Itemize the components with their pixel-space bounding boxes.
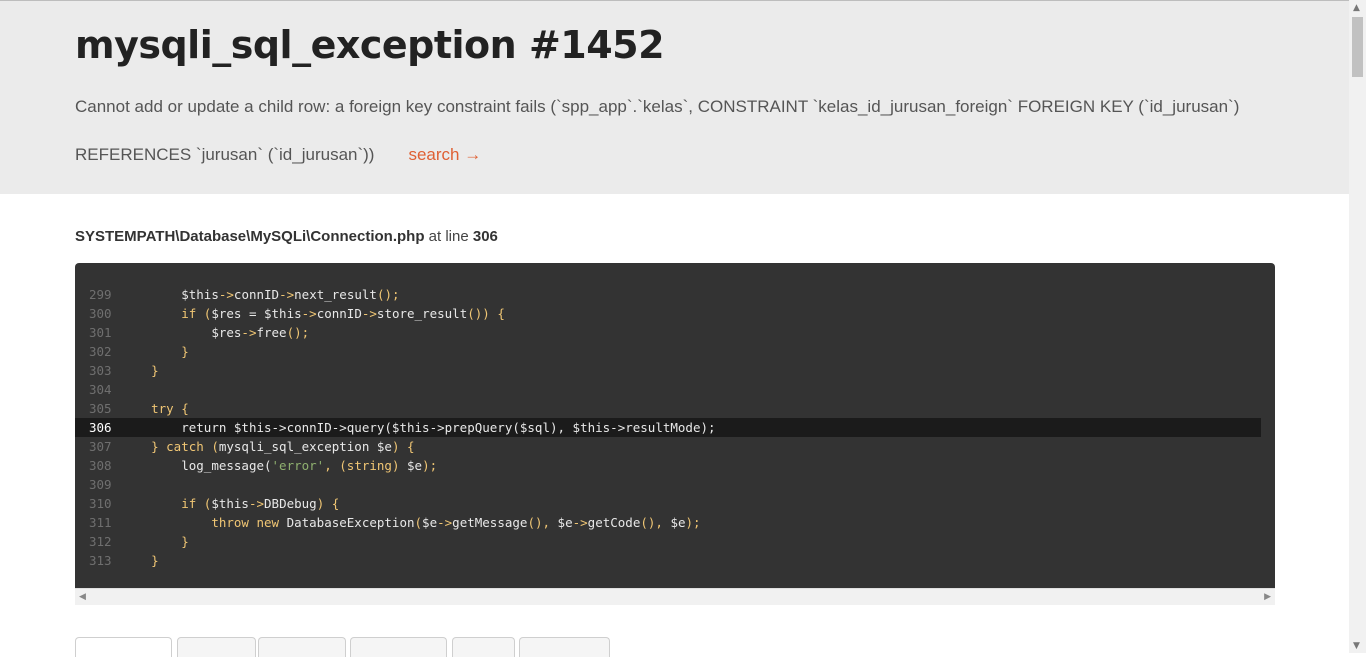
line-number: 307: [89, 439, 112, 454]
line-number: 301: [89, 325, 112, 340]
source-code-block: 299 $this->connID->next_result(); 300 if…: [75, 263, 1275, 588]
line-number: 312: [89, 534, 112, 549]
code-line: 307 } catch (mysqli_sql_exception $e) {: [75, 437, 1261, 456]
code-line: 312 }: [75, 532, 1261, 551]
line-number: 304: [89, 382, 112, 397]
scroll-down-icon[interactable]: ▼: [1353, 641, 1360, 651]
line-number: 306: [89, 420, 112, 435]
code-line: 301 $res->free();: [75, 323, 1261, 342]
at-line-label: at line: [428, 228, 469, 245]
line-number: 300: [89, 306, 112, 321]
exception-message: Cannot add or update a child row: a fore…: [75, 83, 1305, 179]
tab-server[interactable]: [177, 637, 256, 657]
page-vertical-scrollbar[interactable]: ▲ ▼: [1349, 0, 1366, 653]
code-line: 302 }: [75, 342, 1261, 361]
code-line: 309: [75, 475, 1261, 494]
code-lines: 299 $this->connID->next_result(); 300 if…: [75, 285, 1261, 570]
tab-request[interactable]: [258, 637, 346, 657]
scroll-right-icon[interactable]: ▶: [1264, 592, 1271, 602]
line-number: 305: [89, 401, 112, 416]
line-number: 309: [89, 477, 112, 492]
line-number: 308: [89, 458, 112, 473]
tab-files[interactable]: [452, 637, 515, 657]
code-line: 305 try {: [75, 399, 1261, 418]
line-number: 313: [89, 553, 112, 568]
source-location: SYSTEMPATH\Database\MySQLi\Connection.ph…: [75, 228, 498, 245]
scrollbar-thumb[interactable]: [1352, 17, 1363, 77]
line-number: 310: [89, 496, 112, 511]
code-line: 303 }: [75, 361, 1261, 380]
code-line: 311 throw new DatabaseException($e->getM…: [75, 513, 1261, 532]
line-number: 303: [89, 363, 112, 378]
scroll-left-icon[interactable]: ◀: [79, 592, 86, 602]
tab-backtrace[interactable]: [75, 637, 172, 657]
exception-header: mysqli_sql_exception #1452 Cannot add or…: [0, 0, 1349, 194]
exception-message-text: Cannot add or update a child row: a fore…: [75, 97, 1240, 164]
line-number: 302: [89, 344, 112, 359]
code-line: 304: [75, 380, 1261, 399]
exception-title: mysqli_sql_exception #1452: [75, 23, 665, 67]
code-line: 310 if ($this->DBDebug) {: [75, 494, 1261, 513]
code-line: 313 }: [75, 551, 1261, 570]
scroll-up-icon[interactable]: ▲: [1353, 3, 1360, 13]
line-number: 299: [89, 287, 112, 302]
highlighted-code-line: 306 return $this->connID->query($this->p…: [75, 418, 1261, 437]
source-file: SYSTEMPATH\Database\MySQLi\Connection.ph…: [75, 228, 425, 245]
tab-memory[interactable]: [519, 637, 610, 657]
tab-response[interactable]: [350, 637, 447, 657]
line-number: 311: [89, 515, 112, 530]
code-line: 308 log_message('error', (string) $e);: [75, 456, 1261, 475]
code-line: 300 if ($res = $this->connID->store_resu…: [75, 304, 1261, 323]
code-line: 299 $this->connID->next_result();: [75, 285, 1261, 304]
search-link[interactable]: search →: [408, 145, 481, 164]
source-line-number: 306: [472, 228, 498, 245]
code-horizontal-scrollbar[interactable]: ◀ ▶: [75, 588, 1275, 605]
